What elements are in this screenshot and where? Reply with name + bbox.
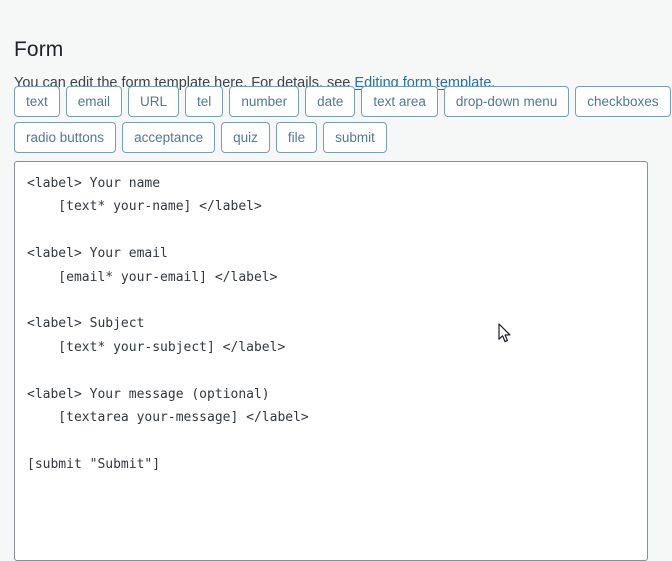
tag-button-date[interactable]: date: [305, 86, 355, 117]
tag-button-text-area[interactable]: text area: [361, 86, 438, 117]
tag-button-acceptance[interactable]: acceptance: [122, 122, 215, 153]
tag-button-file[interactable]: file: [276, 122, 317, 153]
tag-button-quiz[interactable]: quiz: [221, 122, 270, 153]
tag-button-tel[interactable]: tel: [185, 86, 223, 117]
tag-generator-list: text email URL tel number date text area…: [14, 86, 664, 158]
tag-generator-row-2: radio buttons acceptance quiz file submi…: [14, 122, 664, 153]
tag-button-checkboxes[interactable]: checkboxes: [575, 86, 670, 117]
tag-button-radio-buttons[interactable]: radio buttons: [14, 122, 116, 153]
tag-button-drop-down-menu[interactable]: drop-down menu: [444, 86, 569, 117]
form-template-code[interactable]: <label> Your name [text* your-name] </la…: [15, 162, 647, 486]
tag-generator-row-1: text email URL tel number date text area…: [14, 86, 664, 117]
tag-button-number[interactable]: number: [229, 86, 299, 117]
tag-button-text[interactable]: text: [14, 86, 60, 117]
form-editor-panel: Form You can edit the form template here…: [0, 0, 672, 544]
tag-button-url[interactable]: URL: [128, 86, 179, 117]
tag-button-submit[interactable]: submit: [323, 122, 387, 153]
page-title: Form: [14, 36, 63, 64]
form-template-editor[interactable]: <label> Your name [text* your-name] </la…: [14, 161, 648, 561]
tag-button-email[interactable]: email: [66, 86, 122, 117]
